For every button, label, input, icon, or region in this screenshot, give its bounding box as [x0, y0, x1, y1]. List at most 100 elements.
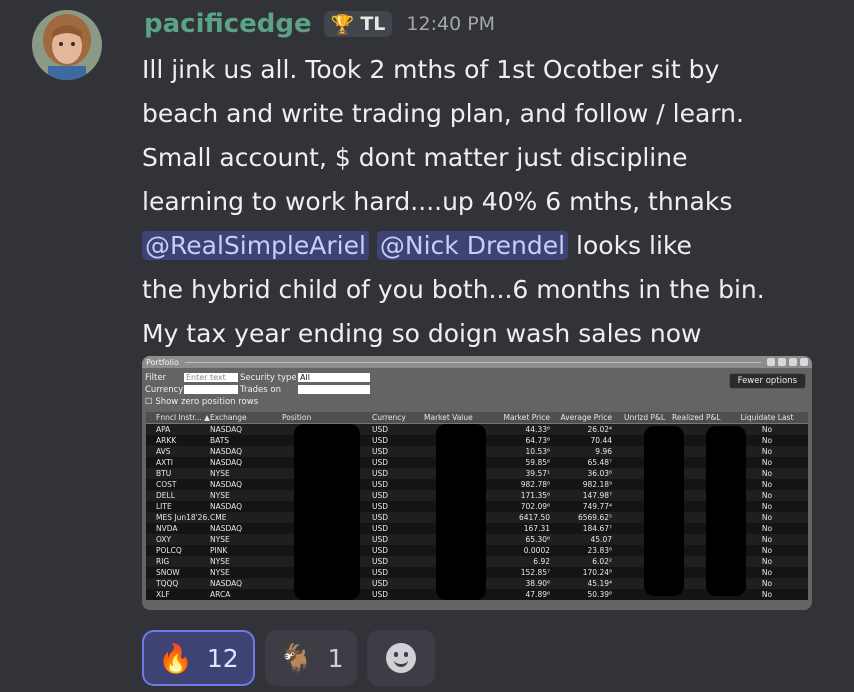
mention-realsimpleariel[interactable]: @RealSimpleAriel [142, 231, 369, 260]
table-cell: USD [372, 447, 389, 456]
trades-on-label: Trades on [240, 385, 281, 395]
table-cell: USD [372, 458, 389, 467]
col-header: Fnncl Instr... ▲ [156, 413, 210, 422]
table-cell: USD [372, 557, 389, 566]
table-cell: 702.09⁶ [520, 502, 550, 511]
table-cell: 749.77⁴ [582, 502, 612, 511]
table-cell: 184.67⁷ [582, 524, 612, 533]
link-icon [778, 358, 786, 366]
table-cell: 65.48⁷ [587, 458, 612, 467]
table-cell: 65.30⁶ [525, 535, 550, 544]
table-cell: 167.31 [523, 524, 550, 533]
col-header: Exchange [210, 413, 247, 422]
table-cell: 171.35⁶ [520, 491, 550, 500]
mention-nick-drendel[interactable]: @Nick Drendel [376, 231, 569, 260]
window-controls [767, 358, 808, 366]
filter-input: Enter text [184, 373, 238, 382]
message-header: pacificedge 🏆 TL 12:40 PM [144, 6, 495, 42]
table-cell: 59.85⁶ [525, 458, 550, 467]
table-cell: COST [156, 480, 177, 489]
table-cell: USD [372, 568, 389, 577]
table-cell: 64.73⁶ [525, 436, 550, 445]
redaction-realized-pl [706, 426, 746, 596]
portfolio-filters: Filter Enter text Security type All Curr… [142, 368, 812, 408]
table-cell: NYSE [210, 568, 230, 577]
username[interactable]: pacificedge [144, 9, 312, 39]
table-cell: 38.90⁶ [525, 579, 550, 588]
add-reaction-button[interactable] [367, 630, 436, 686]
table-cell: 982.78⁸ [520, 480, 550, 489]
security-type-select: All [298, 373, 370, 382]
table-cell: 147.98⁷ [582, 491, 612, 500]
table-cell: USD [372, 491, 389, 500]
table-cell: USD [372, 513, 389, 522]
portfolio-screenshot-attachment[interactable]: Portfolio Filter Enter text Security typ… [142, 356, 812, 610]
table-cell: BATS [210, 436, 230, 445]
portfolio-table: Fnncl Instr... ▲ Exchange Position Curre… [146, 412, 808, 600]
help-icon [800, 358, 808, 366]
message-line: Small account, $ dont matter just discip… [142, 143, 688, 172]
fire-icon: 🔥 [158, 641, 193, 675]
table-cell: 26.02⁴ [587, 425, 612, 434]
message-line: @RealSimpleAriel @Nick Drendel looks lik… [142, 224, 842, 268]
table-cell: 47.89⁶ [525, 590, 550, 599]
reaction-fire[interactable]: 🔥 12 [142, 630, 255, 686]
table-cell: 6.02² [592, 557, 612, 566]
table-cell: NYSE [210, 535, 230, 544]
table-cell: 170.24⁸ [582, 568, 612, 577]
table-cell: NASDAQ [210, 524, 243, 533]
col-header: Unrlzd P&L [624, 413, 666, 422]
table-cell: 44.33⁶ [525, 425, 550, 434]
message-line: Ill jink us all. Took 2 mths of 1st Ocot… [142, 55, 720, 84]
table-cell: POLCQ [156, 546, 182, 555]
table-cell: 6569.62⁵ [577, 513, 612, 522]
reactions-bar: 🔥 12 🐐 1 [142, 630, 436, 690]
table-cell: USD [372, 590, 389, 599]
message-line: the hybrid child of you both...6 months … [142, 275, 765, 304]
table-cell: NASDAQ [210, 425, 243, 434]
fewer-options-button: Fewer options [728, 373, 806, 389]
smiley-add-reaction-icon [386, 643, 417, 673]
table-cell: 0.0002 [523, 546, 550, 555]
table-cell: NASDAQ [210, 579, 243, 588]
table-cell: DELL [156, 491, 175, 500]
table-cell: 23.83⁸ [587, 546, 612, 555]
table-cell: SNOW [156, 568, 180, 577]
table-cell: PINK [210, 546, 228, 555]
table-cell: TQQQ [156, 579, 179, 588]
table-cell: NYSE [210, 491, 230, 500]
table-cell: USD [372, 425, 389, 434]
message-body: Ill jink us all. Took 2 mths of 1st Ocot… [142, 48, 842, 356]
user-tag[interactable]: 🏆 TL [323, 11, 393, 37]
portfolio-title: Portfolio [146, 357, 179, 367]
window-icon [789, 358, 797, 366]
col-header: Market Value [424, 413, 473, 422]
table-cell: NASDAQ [210, 447, 243, 456]
table-cell: MES Jun18'26... [156, 513, 210, 522]
security-type-label: Security type [240, 373, 297, 383]
table-cell: AVS [156, 447, 171, 456]
col-header: Realized P&L [672, 413, 721, 422]
table-cell: ARKK [156, 436, 177, 445]
message-timestamp: 12:40 PM [406, 13, 496, 35]
currency-label: Currency [145, 385, 184, 395]
table-cell: 982.18⁹ [582, 480, 612, 489]
table-header: Fnncl Instr... ▲ Exchange Position Curre… [146, 412, 808, 424]
table-cell: 50.39⁶ [587, 590, 612, 599]
table-cell: 6.92 [533, 557, 550, 566]
table-cell: 45.07 [590, 535, 612, 544]
message-line: learning to work hard....up 40% 6 mths, … [142, 187, 733, 216]
avatar[interactable] [32, 10, 102, 80]
redaction-market-value [436, 424, 486, 600]
trophy-icon: 🏆 [330, 13, 355, 36]
table-cell: USD [372, 480, 389, 489]
goat-icon: 🐐 [278, 641, 314, 675]
col-header: Market Price [503, 413, 550, 422]
table-cell: USD [372, 535, 389, 544]
reaction-goat[interactable]: 🐐 1 [264, 630, 358, 686]
portfolio-titlebar: Portfolio [142, 356, 812, 368]
table-cell: BTU [156, 469, 172, 478]
table-cell: USD [372, 469, 389, 478]
table-cell: AXTI [156, 458, 173, 467]
table-cell: 9.96 [595, 447, 612, 456]
